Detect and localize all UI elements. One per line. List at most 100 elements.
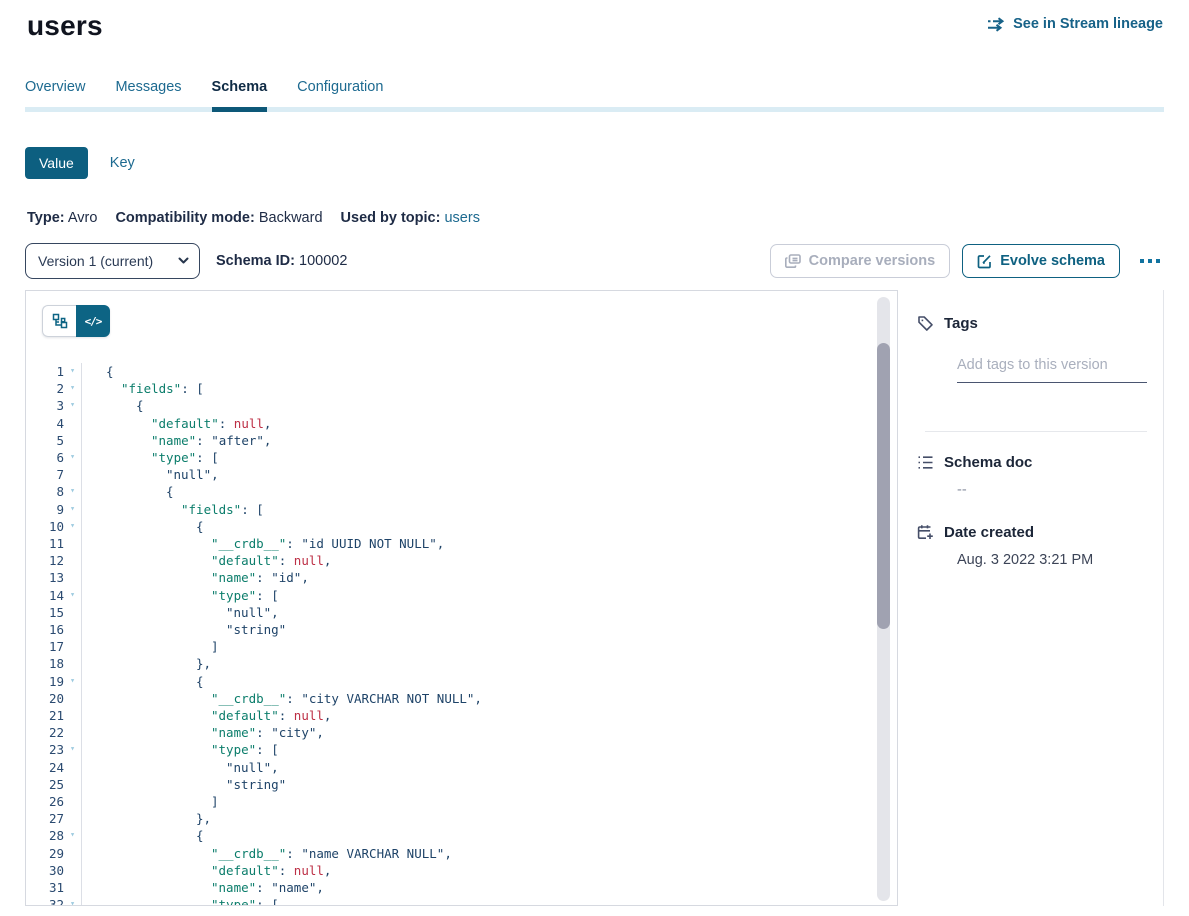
fold-arrow-icon[interactable]: ▾ (64, 449, 81, 466)
code-line: 32▾"type": [ (26, 896, 897, 906)
code-line: 22"name": "city", (26, 724, 897, 741)
fold-arrow-icon[interactable]: ▾ (64, 501, 81, 518)
stream-lineage-icon (987, 17, 1006, 32)
code-line: 16"string" (26, 621, 897, 638)
code-line: 20"__crdb__": "city VARCHAR NOT NULL", (26, 690, 897, 707)
code-line: 18}, (26, 655, 897, 672)
more-options-button[interactable] (1136, 253, 1164, 269)
tree-view-button[interactable] (42, 305, 76, 337)
code-line: 3▾{ (26, 397, 897, 414)
tab-overview[interactable]: Overview (25, 79, 85, 108)
compatibility-value: Backward (259, 210, 323, 226)
tags-section-title: Tags (917, 315, 1147, 332)
code-lines: 1▾{2▾"fields": [3▾{4"default": null,5"na… (26, 363, 897, 906)
tab-bar: Overview Messages Schema Configuration (25, 79, 1164, 108)
schema-doc-title: Schema doc (944, 454, 1032, 471)
code-line: 31"name": "name", (26, 879, 897, 896)
compare-versions-icon (785, 254, 801, 269)
date-created-section: Date created Aug. 3 2022 3:21 PM (917, 524, 1147, 568)
stream-lineage-link[interactable]: See in Stream lineage (987, 16, 1163, 32)
schema-id-value: 100002 (299, 253, 347, 269)
tab-schema[interactable]: Schema (212, 79, 268, 108)
value-button[interactable]: Value (25, 147, 88, 179)
tag-icon (917, 315, 934, 332)
schema-main: </> 1▾{2▾"fields": [3▾{4"default": null,… (25, 290, 1164, 906)
fold-arrow-icon[interactable]: ▾ (64, 397, 81, 414)
fold-arrow-icon[interactable]: ▾ (64, 827, 81, 844)
compare-versions-button[interactable]: Compare versions (770, 244, 951, 278)
sidebar-divider (925, 431, 1147, 432)
code-line: 4"default": null, (26, 415, 897, 432)
code-line: 24"null", (26, 759, 897, 776)
fold-arrow-icon[interactable]: ▾ (64, 587, 81, 604)
code-line: 10▾{ (26, 518, 897, 535)
code-line: 11"__crdb__": "id UUID NOT NULL", (26, 535, 897, 552)
code-line: 7"null", (26, 466, 897, 483)
evolve-schema-button[interactable]: Evolve schema (962, 244, 1120, 278)
schema-doc-section: Schema doc -- (917, 454, 1147, 498)
key-button[interactable]: Key (110, 155, 135, 171)
code-line: 2▾"fields": [ (26, 380, 897, 397)
schema-code-panel: </> 1▾{2▾"fields": [3▾{4"default": null,… (25, 290, 898, 906)
topic-link[interactable]: users (444, 210, 479, 226)
code-line: 17] (26, 638, 897, 655)
code-line: 12"default": null, (26, 552, 897, 569)
ellipsis-icon (1140, 259, 1144, 263)
scrollbar-track[interactable] (877, 297, 890, 901)
code-line: 23▾"type": [ (26, 741, 897, 758)
code-line: 30"default": null, (26, 862, 897, 879)
code-line: 14▾"type": [ (26, 587, 897, 604)
edit-icon (977, 254, 992, 269)
page-header: users See in Stream lineage (0, 0, 1189, 42)
date-created-title: Date created (944, 524, 1034, 541)
code-line: 21"default": null, (26, 707, 897, 724)
fold-arrow-icon[interactable]: ▾ (64, 673, 81, 690)
controls-row: Version 1 (current) Schema ID: 100002 (25, 243, 1164, 279)
type-value: Avro (68, 210, 98, 226)
version-select[interactable]: Version 1 (current) (25, 243, 200, 279)
schema-id-label: Schema ID: (216, 253, 295, 269)
fold-arrow-icon[interactable]: ▾ (64, 483, 81, 500)
add-tags-input[interactable] (957, 353, 1147, 383)
schema-meta-row: Type: Avro Compatibility mode: Backward … (27, 210, 1189, 226)
fold-arrow-icon[interactable]: ▾ (64, 380, 81, 397)
code-line: 29"__crdb__": "name VARCHAR NULL", (26, 845, 897, 862)
schema-doc-value: -- (957, 482, 1147, 498)
scrollbar-thumb[interactable] (877, 343, 890, 629)
code-line: 28▾{ (26, 827, 897, 844)
fold-arrow-icon[interactable]: ▾ (64, 896, 81, 906)
list-icon (917, 455, 934, 470)
code-line: 1▾{ (26, 363, 897, 380)
fold-arrow-icon[interactable]: ▾ (64, 363, 81, 380)
code-view-icon: </> (85, 315, 102, 328)
code-view-button[interactable]: </> (76, 305, 110, 337)
code-line: 15"null", (26, 604, 897, 621)
view-mode-toggle: </> (42, 305, 110, 337)
compatibility-label: Compatibility mode: (115, 210, 254, 226)
schema-page: users See in Stream lineage Overview Mes… (0, 0, 1189, 916)
code-line: 9▾"fields": [ (26, 501, 897, 518)
schema-sidebar: Tags Schema doc -- (898, 290, 1164, 906)
code-line: 26] (26, 793, 897, 810)
value-key-toggle: Value Key (25, 147, 1189, 179)
fold-arrow-icon[interactable]: ▾ (64, 741, 81, 758)
used-by-topic-label: Used by topic: (341, 210, 441, 226)
tab-messages[interactable]: Messages (115, 79, 181, 108)
code-line: 19▾{ (26, 673, 897, 690)
code-line: 6▾"type": [ (26, 449, 897, 466)
code-line: 25"string" (26, 776, 897, 793)
compare-versions-label: Compare versions (809, 253, 936, 269)
code-line: 27}, (26, 810, 897, 827)
date-created-value: Aug. 3 2022 3:21 PM (957, 552, 1147, 568)
fold-arrow-icon[interactable]: ▾ (64, 518, 81, 535)
code-line: 8▾{ (26, 483, 897, 500)
tab-configuration[interactable]: Configuration (297, 79, 383, 108)
calendar-plus-icon (917, 524, 934, 541)
code-line: 13"name": "id", (26, 569, 897, 586)
tags-title: Tags (944, 315, 978, 332)
stream-lineage-label: See in Stream lineage (1013, 16, 1163, 32)
tab-underline-track (25, 107, 1164, 112)
type-label: Type: (27, 210, 65, 226)
code-line: 5"name": "after", (26, 432, 897, 449)
tree-view-icon (52, 313, 68, 329)
